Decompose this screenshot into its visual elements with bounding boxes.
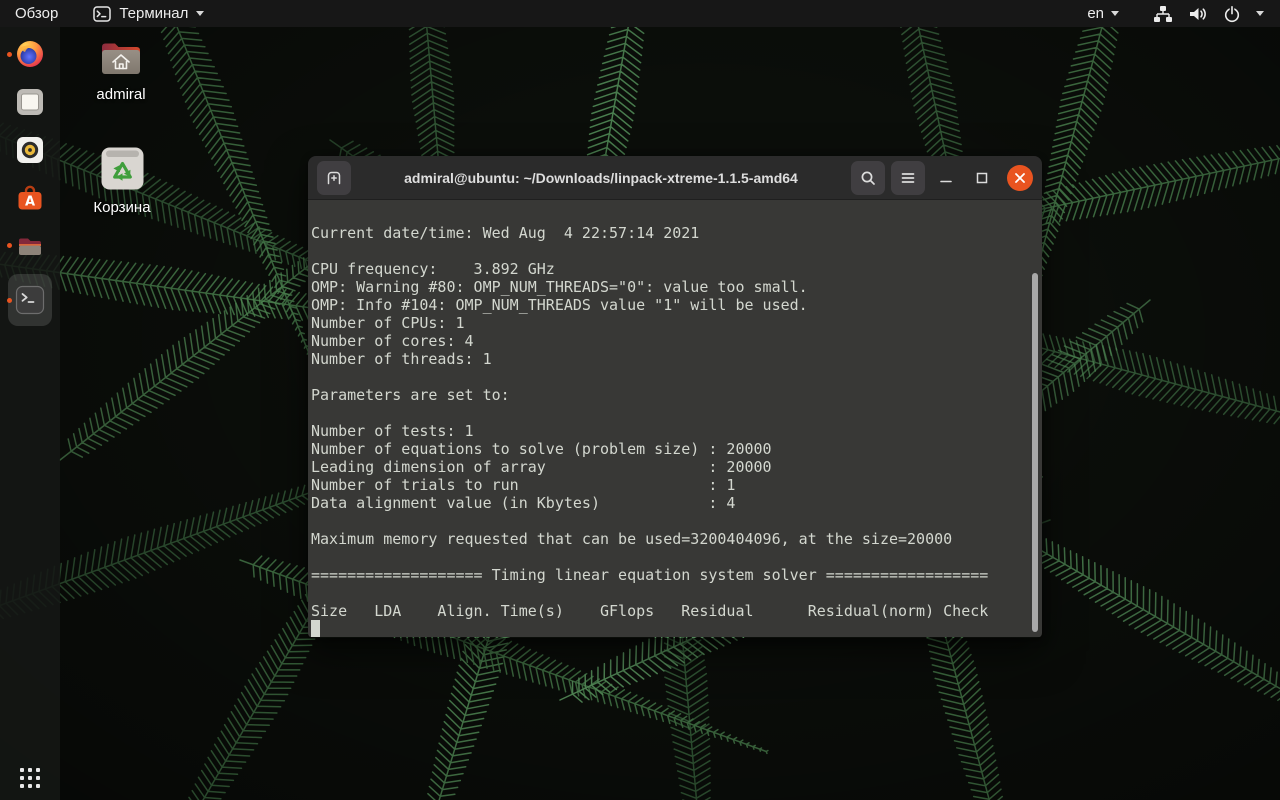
dock-item-rhythmbox[interactable] [16, 136, 44, 164]
terminal-scrollbar[interactable] [1032, 273, 1038, 632]
window-titlebar[interactable]: admiral@ubuntu: ~/Downloads/linpack-xtre… [308, 156, 1042, 200]
app-menu-label: Терминал [119, 5, 189, 22]
topbar-right: en [1087, 5, 1280, 23]
ubuntu-software-icon: A [18, 185, 42, 210]
show-applications-button[interactable] [20, 768, 40, 788]
minimize-icon [940, 180, 952, 182]
language-label: en [1087, 5, 1104, 22]
dock-item-files[interactable] [16, 88, 44, 116]
search-icon [861, 171, 875, 185]
new-tab-icon [327, 171, 341, 184]
firefox-icon [17, 41, 43, 67]
language-selector[interactable]: en [1087, 5, 1119, 22]
chevron-down-icon [196, 11, 205, 16]
dock-item-terminal[interactable] [8, 274, 52, 326]
network-icon [1154, 5, 1172, 22]
terminal-icon [15, 285, 45, 315]
maximize-icon [976, 172, 988, 183]
running-indicator [7, 298, 12, 303]
desktop-icon-label: admiral [96, 86, 146, 103]
desktop-icon-home[interactable]: admiral [77, 36, 165, 103]
chevron-down-icon [1111, 11, 1119, 16]
activities-button[interactable]: Обзор [0, 0, 73, 27]
rhythmbox-icon [17, 137, 43, 163]
terminal-app-icon [93, 5, 112, 22]
system-menu[interactable] [1153, 5, 1264, 23]
chevron-down-icon [1256, 11, 1264, 16]
svg-text:A: A [25, 195, 35, 210]
files-icon [17, 89, 43, 115]
power-icon [1224, 5, 1240, 22]
dock-item-firefox[interactable] [16, 40, 44, 68]
minimize-button[interactable] [931, 161, 961, 195]
folder-icon [19, 238, 41, 255]
dock: A [0, 27, 60, 800]
app-menu[interactable]: Терминал [93, 0, 205, 27]
dock-item-ubuntu-software[interactable]: A [16, 184, 44, 212]
top-bar: Обзор Терминал en [0, 0, 1280, 27]
running-indicator [7, 243, 12, 248]
terminal-content-area[interactable]: Current date/time: Wed Aug 4 22:57:14 20… [308, 200, 1042, 637]
desktop-icon-label: Корзина [93, 199, 151, 216]
terminal-window: admiral@ubuntu: ~/Downloads/linpack-xtre… [308, 156, 1042, 638]
trash-icon [101, 147, 143, 190]
close-button[interactable] [1007, 164, 1033, 191]
volume-icon [1190, 7, 1206, 20]
desktop-icon-trash[interactable]: Корзина [78, 146, 166, 216]
hamburger-menu-icon [901, 172, 915, 183]
terminal-cursor [311, 620, 320, 637]
window-title: admiral@ubuntu: ~/Downloads/linpack-xtre… [404, 169, 798, 186]
terminal-output: Current date/time: Wed Aug 4 22:57:14 20… [311, 224, 989, 620]
maximize-button[interactable] [967, 161, 997, 195]
home-folder-icon [102, 43, 140, 74]
dock-item-file-manager[interactable] [16, 232, 44, 260]
new-tab-button[interactable] [317, 160, 351, 195]
menu-button[interactable] [891, 160, 925, 195]
close-icon [1015, 172, 1025, 183]
running-indicator [7, 52, 12, 57]
search-button[interactable] [851, 160, 885, 195]
